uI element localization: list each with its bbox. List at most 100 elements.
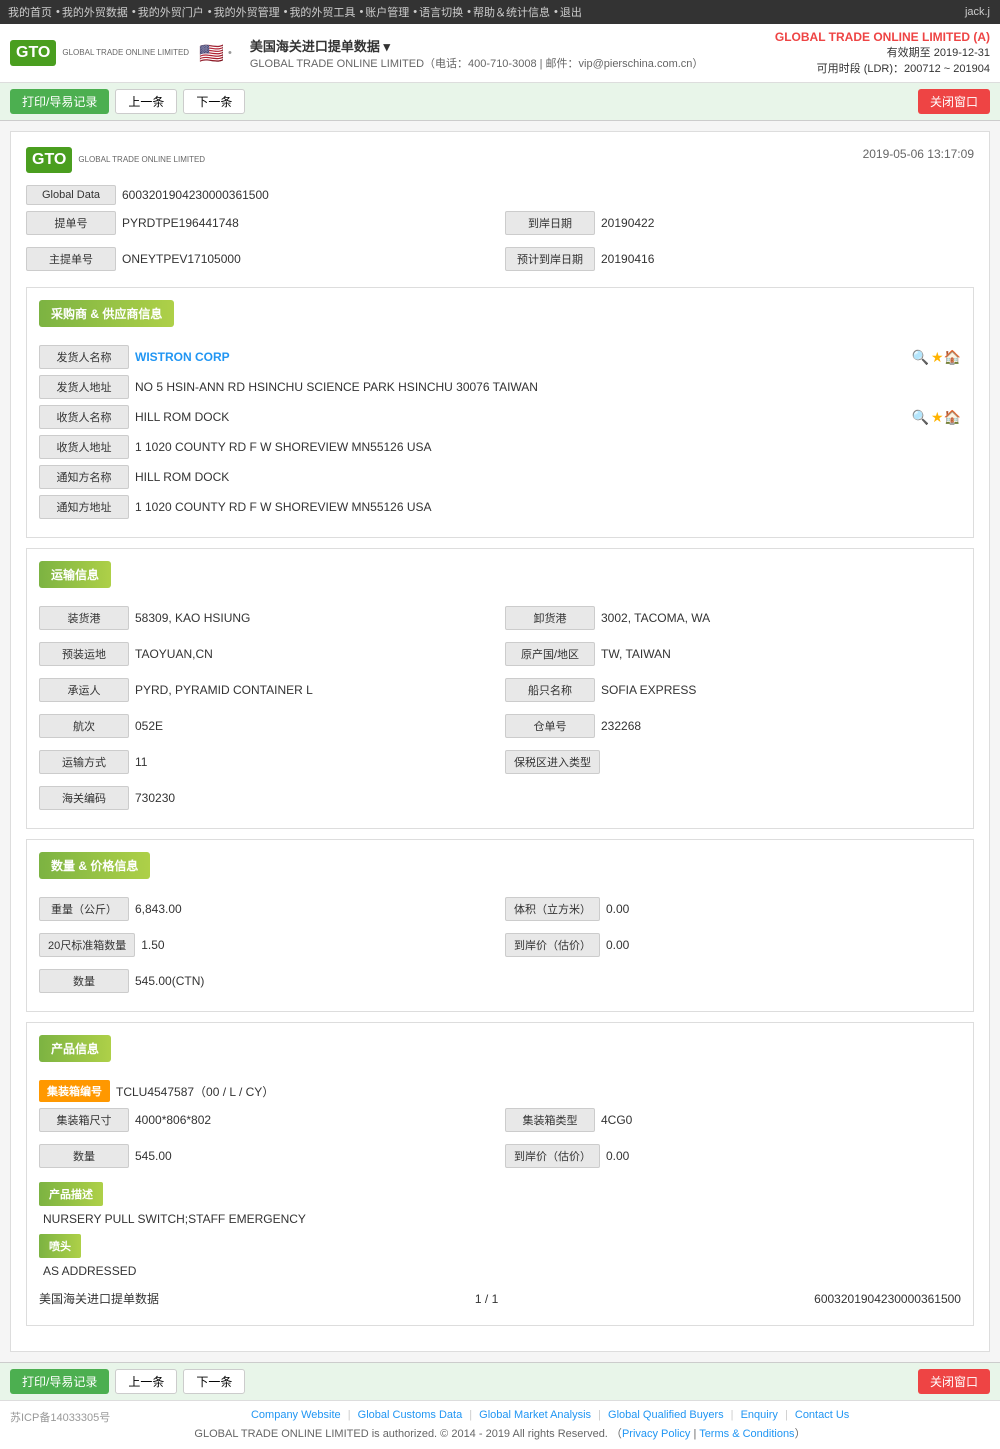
weight-row: 重量（公斤） 6,843.00 <box>39 897 495 921</box>
shipper-home-icon: 🏠 <box>944 349 961 366</box>
customs-entry-row: 保税区进入类型 <box>505 750 961 774</box>
flag-separator: • <box>228 47 232 59</box>
qty-row: 数量 545.00(CTN) <box>39 969 961 993</box>
record-card: GTO GLOBAL TRADE ONLINE LIMITED 2019-05-… <box>10 131 990 1352</box>
footer-close-button[interactable]: 关闭窗口 <box>918 1369 990 1394</box>
nav-language[interactable]: 语言切换 <box>419 4 463 20</box>
notify-name-value: HILL ROM DOCK <box>135 470 961 484</box>
port-area: 喷头 AS ADDRESSED <box>39 1234 961 1278</box>
transport-label: 运输方式 <box>39 750 129 774</box>
quantity-section: 数量 & 价格信息 重量（公斤） 6,843.00 体积（立方米） 0.00 2… <box>26 839 974 1012</box>
carrier-value: PYRD, PYRAMID CONTAINER L <box>135 683 495 697</box>
nav-trade-data[interactable]: 我的外贸数据 <box>62 4 128 20</box>
page-header: GTO GLOBAL TRADE ONLINE LIMITED 🇺🇸 • 美国海… <box>0 24 1000 83</box>
record-timestamp: 2019-05-06 13:17:09 <box>863 147 974 161</box>
country-flag: 🇺🇸 <box>199 41 224 66</box>
product-price-label: 到岸价（估价） <box>505 1144 600 1168</box>
global-market-link[interactable]: Global Market Analysis <box>479 1409 591 1421</box>
carrier-label: 承运人 <box>39 678 129 702</box>
next-button[interactable]: 下一条 <box>183 89 245 114</box>
global-data-label: Global Data <box>26 185 116 205</box>
port-title: 喷头 <box>39 1234 81 1258</box>
shipper-name-value: WISTRON CORP <box>135 350 910 364</box>
product-price-row: 到岸价（估价） 0.00 <box>505 1144 961 1168</box>
copyright-text: GLOBAL TRADE ONLINE LIMITED is authorize… <box>10 1425 990 1441</box>
customs-code-row: 海关编码 730230 <box>39 786 961 810</box>
footer-prev-button[interactable]: 上一条 <box>115 1369 177 1394</box>
consignee-name-label: 收货人名称 <box>39 405 129 429</box>
enquiry-link[interactable]: Enquiry <box>741 1409 778 1421</box>
nav-logout[interactable]: 退出 <box>560 4 582 20</box>
user-label: jack.j <box>965 6 990 18</box>
nav-portal[interactable]: 我的外贸门户 <box>138 4 204 20</box>
weight-value: 6,843.00 <box>135 902 495 916</box>
shipper-name-row: 发货人名称 WISTRON CORP 🔍 ★ 🏠 <box>39 345 961 369</box>
product-qty-price-row: 数量 545.00 到岸价（估价） 0.00 <box>39 1144 961 1174</box>
pagination-title: 美国海关进口提单数据 <box>39 1290 159 1307</box>
nav-help[interactable]: 帮助＆统计信息 <box>473 4 550 20</box>
container-type-value: 4CG0 <box>601 1113 961 1127</box>
shipper-name-label: 发货人名称 <box>39 345 129 369</box>
nav-home[interactable]: 我的首页 <box>8 4 52 20</box>
terms-link[interactable]: Terms & Conditions <box>699 1428 794 1440</box>
footer-print-button[interactable]: 打印/导易记录 <box>10 1369 109 1394</box>
arrival-price-label: 到岸价（估价） <box>505 933 600 957</box>
consignee-addr-value: 1 1020 COUNTY RD F W SHOREVIEW MN55126 U… <box>135 440 961 454</box>
product-qty-value: 545.00 <box>135 1149 495 1163</box>
notify-name-label: 通知方名称 <box>39 465 129 489</box>
origin-value: TW, TAIWAN <box>601 647 961 661</box>
consignee-search-icon[interactable]: 🔍 <box>910 409 931 426</box>
teu-price-row: 20尺标准箱数量 1.50 到岸价（估价） 0.00 <box>39 933 961 963</box>
footer-links: 苏ICP备14033305号 Company Website | Global … <box>10 1409 990 1421</box>
nav-account[interactable]: 账户管理 <box>365 4 409 20</box>
consignee-name-row: 收货人名称 HILL ROM DOCK 🔍 ★ 🏠 <box>39 405 961 429</box>
contact-link[interactable]: Contact Us <box>795 1409 849 1421</box>
supplier-title-row: 采购商 & 供应商信息 <box>39 300 961 337</box>
card-header: GTO GLOBAL TRADE ONLINE LIMITED 2019-05-… <box>26 147 974 173</box>
nav-management[interactable]: 我的外贸管理 <box>214 4 280 20</box>
teu-label: 20尺标准箱数量 <box>39 933 135 957</box>
global-customs-link[interactable]: Global Customs Data <box>358 1409 463 1421</box>
company-name: GLOBAL TRADE ONLINE LIMITED (A) <box>775 30 990 44</box>
bill-lading-label: 仓单号 <box>505 714 595 738</box>
print-button[interactable]: 打印/导易记录 <box>10 89 109 114</box>
page-footer: 苏ICP备14033305号 Company Website | Global … <box>0 1400 1000 1449</box>
shipper-addr-label: 发货人地址 <box>39 375 129 399</box>
shipper-search-icon[interactable]: 🔍 <box>910 349 931 366</box>
privacy-link[interactable]: Privacy Policy <box>622 1428 690 1440</box>
global-buyers-link[interactable]: Global Qualified Buyers <box>608 1409 724 1421</box>
nav-tools[interactable]: 我的外贸工具 <box>289 4 355 20</box>
flag-area: 🇺🇸 • <box>199 41 232 66</box>
arrival-date-row: 到岸日期 20190422 <box>505 211 974 235</box>
shipping-section-title: 运输信息 <box>39 561 111 588</box>
footer-next-button[interactable]: 下一条 <box>183 1369 245 1394</box>
close-button[interactable]: 关闭窗口 <box>918 89 990 114</box>
transit-value: TAOYUAN,CN <box>135 647 495 661</box>
qty-value: 545.00(CTN) <box>135 974 961 988</box>
master-bill-number-row: 主提单号 ONEYTPEV17105000 <box>26 247 495 271</box>
pagination-record-id: 6003201904230000361500 <box>814 1292 961 1306</box>
container-no-row: 集装箱编号 TCLU4547587（00 / L / CY） <box>39 1080 961 1102</box>
product-section: 产品信息 集装箱编号 TCLU4547587（00 / L / CY） 集装箱尺… <box>26 1022 974 1326</box>
page-title: 美国海关进口提单数据 ▾ <box>250 36 704 55</box>
volume-value: 0.00 <box>606 902 961 916</box>
loading-port-label: 装货港 <box>39 606 129 630</box>
transport-customs-row: 运输方式 11 保税区进入类型 <box>39 750 961 780</box>
supplier-section-title: 采购商 & 供应商信息 <box>39 300 174 327</box>
prev-button[interactable]: 上一条 <box>115 89 177 114</box>
transit-origin-row: 预装运地 TAOYUAN,CN 原产国/地区 TW, TAIWAN <box>39 642 961 672</box>
arrival-date-label: 到岸日期 <box>505 211 595 235</box>
customs-code-value: 730230 <box>135 791 961 805</box>
voyage-value: 052E <box>135 719 495 733</box>
company-website-link[interactable]: Company Website <box>251 1409 341 1421</box>
product-desc-area: 产品描述 NURSERY PULL SWITCH;STAFF EMERGENCY <box>39 1182 961 1226</box>
discharge-port-row: 卸货港 3002, TACOMA, WA <box>505 606 961 630</box>
company-contact: GLOBAL TRADE ONLINE LIMITED（电话：400-710-3… <box>250 55 704 71</box>
est-arrival-row: 预计到岸日期 20190416 <box>505 247 974 271</box>
origin-row: 原产国/地区 TW, TAIWAN <box>505 642 961 666</box>
header-right: GLOBAL TRADE ONLINE LIMITED (A) 有效期至 201… <box>775 30 990 76</box>
pagination-row: 美国海关进口提单数据 1 / 1 6003201904230000361500 <box>39 1284 961 1313</box>
volume-label: 体积（立方米） <box>505 897 600 921</box>
content-area: GTO GLOBAL TRADE ONLINE LIMITED 2019-05-… <box>0 121 1000 1362</box>
header-title-area: 美国海关进口提单数据 ▾ GLOBAL TRADE ONLINE LIMITED… <box>250 36 704 71</box>
